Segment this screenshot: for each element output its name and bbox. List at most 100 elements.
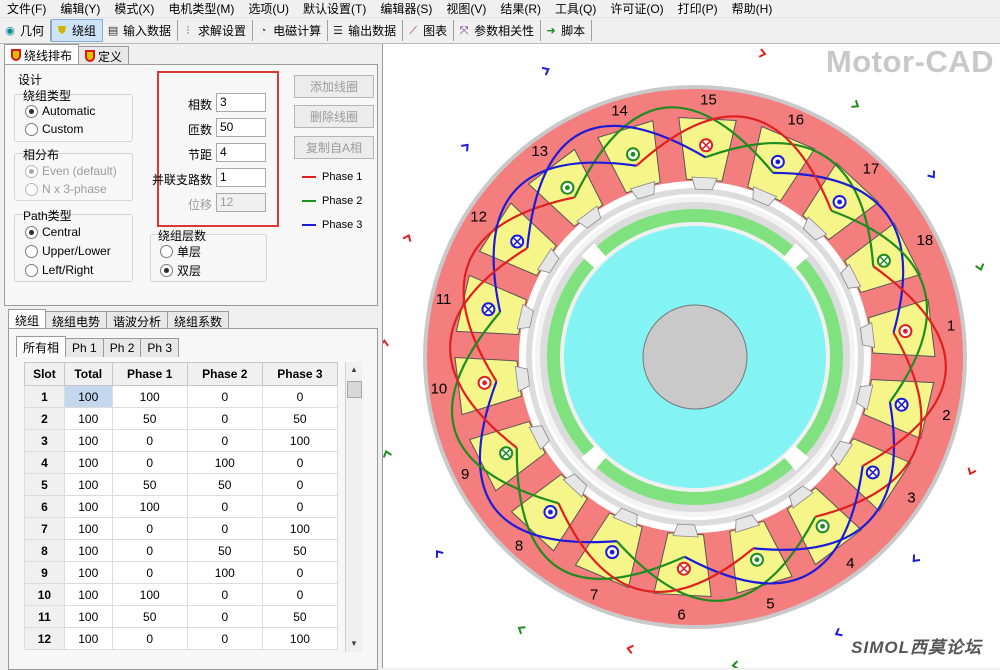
path-type-left-right[interactable]: Left/Right — [25, 263, 93, 277]
table-row[interactable]: 10 100 100 0 0 — [24, 583, 339, 606]
remove-coil-button[interactable]: 删除线圈 — [294, 105, 374, 128]
table-cell[interactable]: 100 — [63, 539, 113, 562]
table-cell[interactable]: 10 — [24, 583, 65, 606]
table-cell[interactable]: 0 — [261, 495, 339, 518]
layers-double[interactable]: 双层 — [160, 262, 201, 279]
menu-item-5[interactable]: 默认设置(T) — [296, 0, 373, 17]
phase-dist-even[interactable]: Even (default) — [25, 164, 117, 178]
menu-item-4[interactable]: 选项(U) — [241, 0, 296, 17]
table-cell[interactable]: 100 — [111, 583, 188, 606]
table-cell[interactable]: 100 — [186, 451, 263, 474]
turns-input[interactable]: 50 — [216, 118, 266, 137]
table-cell[interactable]: 100 — [63, 627, 113, 650]
table-cell[interactable]: 100 — [63, 473, 113, 496]
table-cell[interactable]: 50 — [261, 407, 339, 430]
table-row[interactable]: 1 100 100 0 0 — [24, 385, 339, 408]
menu-item-6[interactable]: 编辑器(S) — [373, 0, 439, 17]
table-cell[interactable]: 2 — [24, 407, 65, 430]
toolbar-input-data-button[interactable]: ▤ 输入数据 — [103, 20, 179, 41]
table-row[interactable]: 4 100 0 100 0 — [24, 451, 339, 474]
table-row[interactable]: 6 100 100 0 0 — [24, 495, 339, 518]
menu-item-7[interactable]: 视图(V) — [439, 0, 493, 17]
tab-ph1[interactable]: Ph 1 — [65, 338, 104, 357]
tab-definition[interactable]: 定义 — [78, 46, 130, 65]
table-cell[interactable]: 50 — [186, 539, 263, 562]
winding-type-custom[interactable]: Custom — [25, 122, 83, 136]
table-cell[interactable]: 100 — [63, 605, 113, 628]
menu-item-0[interactable]: 文件(F) — [0, 0, 53, 17]
toolbar-winding-button[interactable]: ⛊ 绕组 — [51, 19, 104, 42]
table-cell[interactable]: 100 — [261, 627, 339, 650]
table-cell[interactable]: 4 — [24, 451, 65, 474]
table-row[interactable]: 9 100 0 100 0 — [24, 561, 339, 584]
table-cell[interactable]: 0 — [186, 385, 263, 408]
table-cell[interactable]: 50 — [111, 407, 188, 430]
table-row[interactable]: 5 100 50 50 0 — [24, 473, 339, 496]
add-coil-button[interactable]: 添加线圈 — [294, 75, 374, 98]
table-cell[interactable]: 0 — [111, 429, 188, 452]
table-cell[interactable]: 50 — [111, 473, 188, 496]
winding-type-automatic[interactable]: Automatic — [25, 104, 95, 118]
table-cell[interactable]: 50 — [186, 473, 263, 496]
phase-dist-n3[interactable]: N x 3-phase — [25, 182, 107, 196]
scroll-thumb[interactable] — [347, 381, 362, 398]
toolbar-geometry-button[interactable]: ◉ 几何 — [0, 20, 52, 41]
menu-item-8[interactable]: 结果(R) — [493, 0, 548, 17]
table-cell[interactable]: 0 — [261, 473, 339, 496]
menu-item-11[interactable]: 打印(P) — [671, 0, 725, 17]
scroll-down-arrow-icon[interactable]: ▼ — [346, 636, 362, 652]
menu-item-10[interactable]: 许可证(O) — [603, 0, 670, 17]
table-row[interactable]: 7 100 0 0 100 — [24, 517, 339, 540]
table-cell[interactable]: 100 — [63, 517, 113, 540]
phases-input[interactable]: 3 — [216, 93, 266, 112]
tab-all-phases[interactable]: 所有相 — [16, 336, 67, 357]
table-cell[interactable]: 1 — [24, 385, 65, 408]
table-cell[interactable]: 0 — [111, 561, 188, 584]
toolbar-graph-button[interactable]: ⟋ 图表 — [403, 20, 455, 41]
table-cell[interactable]: 0 — [186, 583, 263, 606]
menu-item-12[interactable]: 帮助(H) — [725, 0, 780, 17]
copy-from-a-button[interactable]: 复制自A相 — [294, 136, 374, 159]
column-header[interactable]: Phase 3 — [261, 362, 339, 386]
menu-item-1[interactable]: 编辑(Y) — [53, 0, 107, 17]
table-cell[interactable]: 50 — [261, 539, 339, 562]
tab-winding[interactable]: 绕组 — [8, 309, 47, 330]
path-type-central[interactable]: Central — [25, 225, 81, 239]
tab-ph2[interactable]: Ph 2 — [102, 338, 142, 357]
table-cell[interactable]: 0 — [261, 583, 339, 606]
table-cell[interactable]: 100 — [186, 561, 263, 584]
table-cell[interactable]: 100 — [261, 429, 339, 452]
toolbar-solver-settings-button[interactable]: ⫶ 求解设置 — [178, 20, 254, 41]
table-cell[interactable]: 0 — [261, 385, 339, 408]
pitch-input[interactable]: 4 — [216, 143, 266, 162]
table-cell[interactable]: 0 — [186, 605, 263, 628]
column-header[interactable]: Phase 1 — [111, 362, 188, 386]
table-cell[interactable]: 100 — [63, 429, 113, 452]
path-type-upper-lower[interactable]: Upper/Lower — [25, 244, 111, 258]
menu-item-2[interactable]: 模式(X) — [107, 0, 161, 17]
table-cell[interactable]: 0 — [261, 451, 339, 474]
table-scrollbar[interactable]: ▲ ▼ — [345, 362, 362, 652]
table-cell[interactable]: 0 — [186, 407, 263, 430]
table-cell[interactable]: 3 — [24, 429, 65, 452]
table-cell[interactable]: 50 — [111, 605, 188, 628]
column-header[interactable]: Phase 2 — [186, 362, 263, 386]
table-cell[interactable]: 5 — [24, 473, 65, 496]
table-cell[interactable]: 0 — [111, 517, 188, 540]
scroll-up-arrow-icon[interactable]: ▲ — [346, 362, 362, 378]
offset-input[interactable]: 12 — [216, 193, 266, 212]
table-row[interactable]: 3 100 0 0 100 — [24, 429, 339, 452]
table-row[interactable]: 2 100 50 0 50 — [24, 407, 339, 430]
column-header[interactable]: Slot — [24, 362, 65, 386]
table-cell[interactable]: 7 — [24, 517, 65, 540]
menu-item-9[interactable]: 工具(Q) — [548, 0, 603, 17]
table-cell[interactable]: 0 — [186, 517, 263, 540]
table-cell[interactable]: 0 — [186, 627, 263, 650]
table-cell[interactable]: 0 — [111, 451, 188, 474]
table-cell[interactable]: 9 — [24, 561, 65, 584]
table-cell[interactable]: 0 — [261, 561, 339, 584]
table-cell[interactable]: 6 — [24, 495, 65, 518]
table-cell[interactable]: 12 — [24, 627, 65, 650]
column-header[interactable]: Total — [63, 362, 113, 386]
table-cell[interactable]: 100 — [63, 407, 113, 430]
